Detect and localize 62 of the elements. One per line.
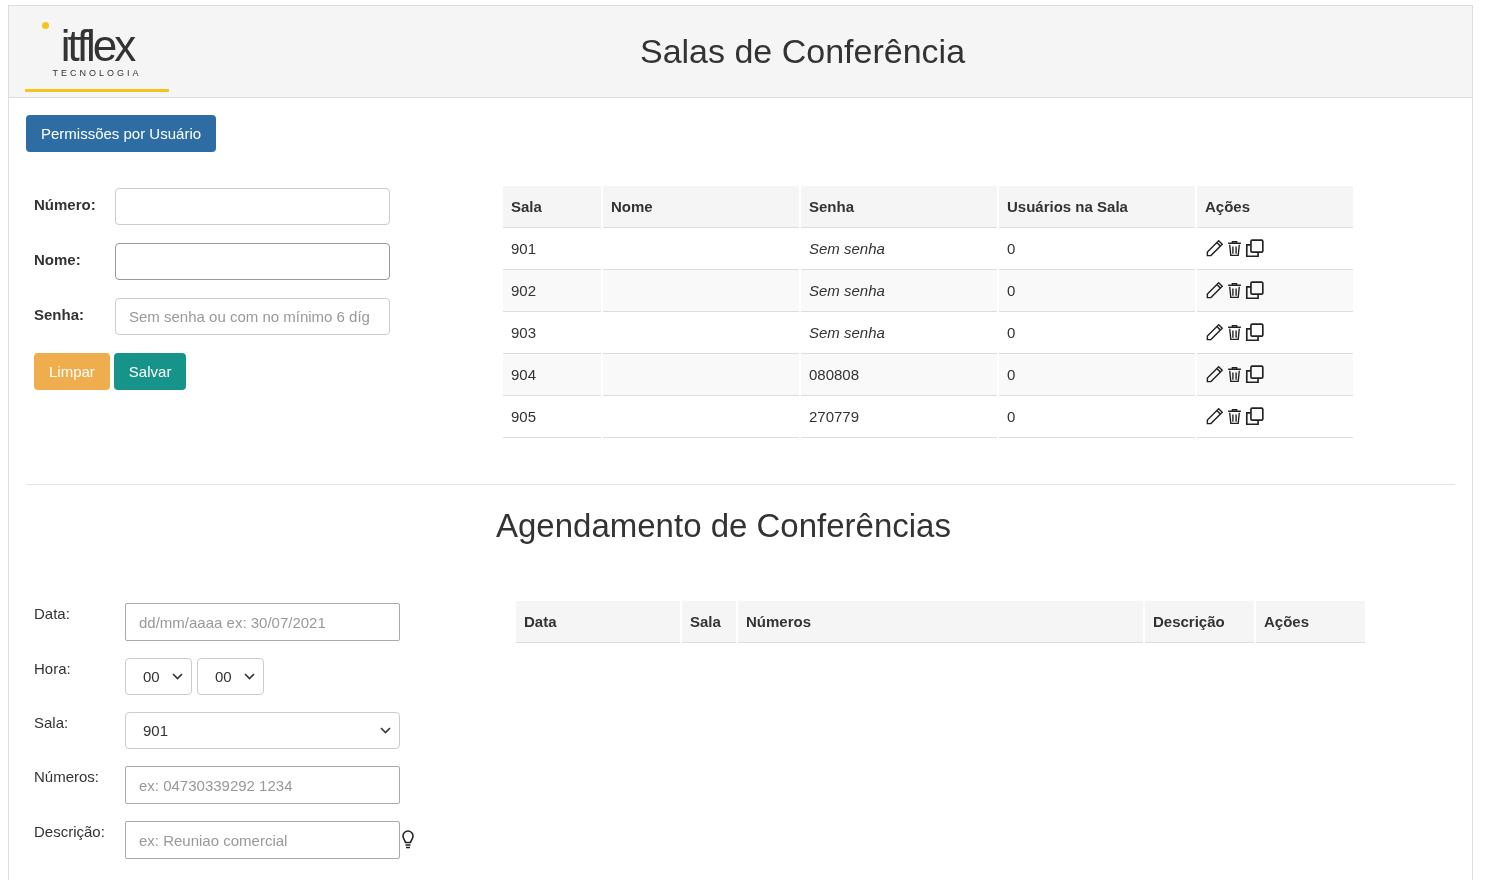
caret-icon [172,673,183,680]
field-label: Senha: [34,305,85,323]
pencil-icon[interactable] [1205,323,1224,342]
field-label: Nome: [34,250,82,268]
trash-icon[interactable] [1226,239,1243,258]
column-header: Descrição [1145,601,1254,643]
copy-icon[interactable] [1245,323,1264,342]
table-cell: 905 [503,396,601,438]
trash-icon[interactable] [1226,281,1243,300]
copy-icon[interactable] [1245,365,1264,384]
column-header: Usuários na Sala [999,186,1195,228]
table-cell: 902 [503,270,601,312]
pencil-icon[interactable] [1205,239,1224,258]
save-button[interactable]: Salvar [113,353,187,390]
text-field[interactable] [115,243,390,280]
field-label: Hora: [34,659,72,677]
table-cell: 0 [999,354,1195,396]
text-field[interactable]: Sem senha ou com no mínimo 6 díg [115,298,390,335]
copy-icon[interactable] [1245,281,1264,300]
pencil-icon[interactable] [1205,365,1224,384]
room-select[interactable]: 901 [125,712,400,749]
field-label: Sala: [34,713,70,731]
table-cell: 0 [999,396,1195,438]
column-header: Senha [801,186,997,228]
field-label: Números: [34,767,101,785]
table-cell: 080808 [801,354,997,396]
field-label: Número: [34,195,97,213]
text-field[interactable]: ex: 04730339292 1234 [125,766,400,804]
trash-icon[interactable] [1226,365,1243,384]
table-cell: 270779 [801,396,997,438]
field-label: Descrição: [34,822,106,840]
column-header: Números [738,601,1143,643]
table-cell: Sem senha [801,270,997,312]
logo-wordmark: itflex [60,26,134,66]
field-label: Data: [34,604,71,622]
lightbulb-icon [402,830,414,849]
hour-select[interactable]: 00 [125,658,192,695]
copy-icon[interactable] [1245,239,1264,258]
column-header: Nome [603,186,799,228]
text-field[interactable] [115,188,390,225]
column-header: Ações [1197,186,1353,228]
minute-select[interactable]: 00 [197,658,264,695]
caret-icon [380,727,391,734]
trash-icon[interactable] [1226,407,1243,426]
trash-icon[interactable] [1226,323,1243,342]
copy-icon[interactable] [1245,407,1264,426]
text-field[interactable]: dd/mm/aaaa ex: 30/07/2021 [125,603,400,641]
table-cell: 904 [503,354,601,396]
page-title: Salas de Conferência [638,32,967,71]
pencil-icon[interactable] [1205,281,1224,300]
column-header: Ações [1256,601,1365,643]
logo-tagline: TECNOLOGIA [52,68,142,78]
section-title: Agendamento de Conferências [496,507,952,545]
pencil-icon[interactable] [1205,407,1224,426]
table-cell: 0 [999,270,1195,312]
text-field[interactable]: ex: Reuniao comercial [125,821,400,859]
column-header: Sala [503,186,601,228]
permissions-button[interactable]: Permissões por Usuário [26,115,217,152]
column-header: Sala [682,601,736,643]
dot-icon [42,21,49,29]
column-header: Data [516,601,680,643]
caret-icon [244,673,255,680]
